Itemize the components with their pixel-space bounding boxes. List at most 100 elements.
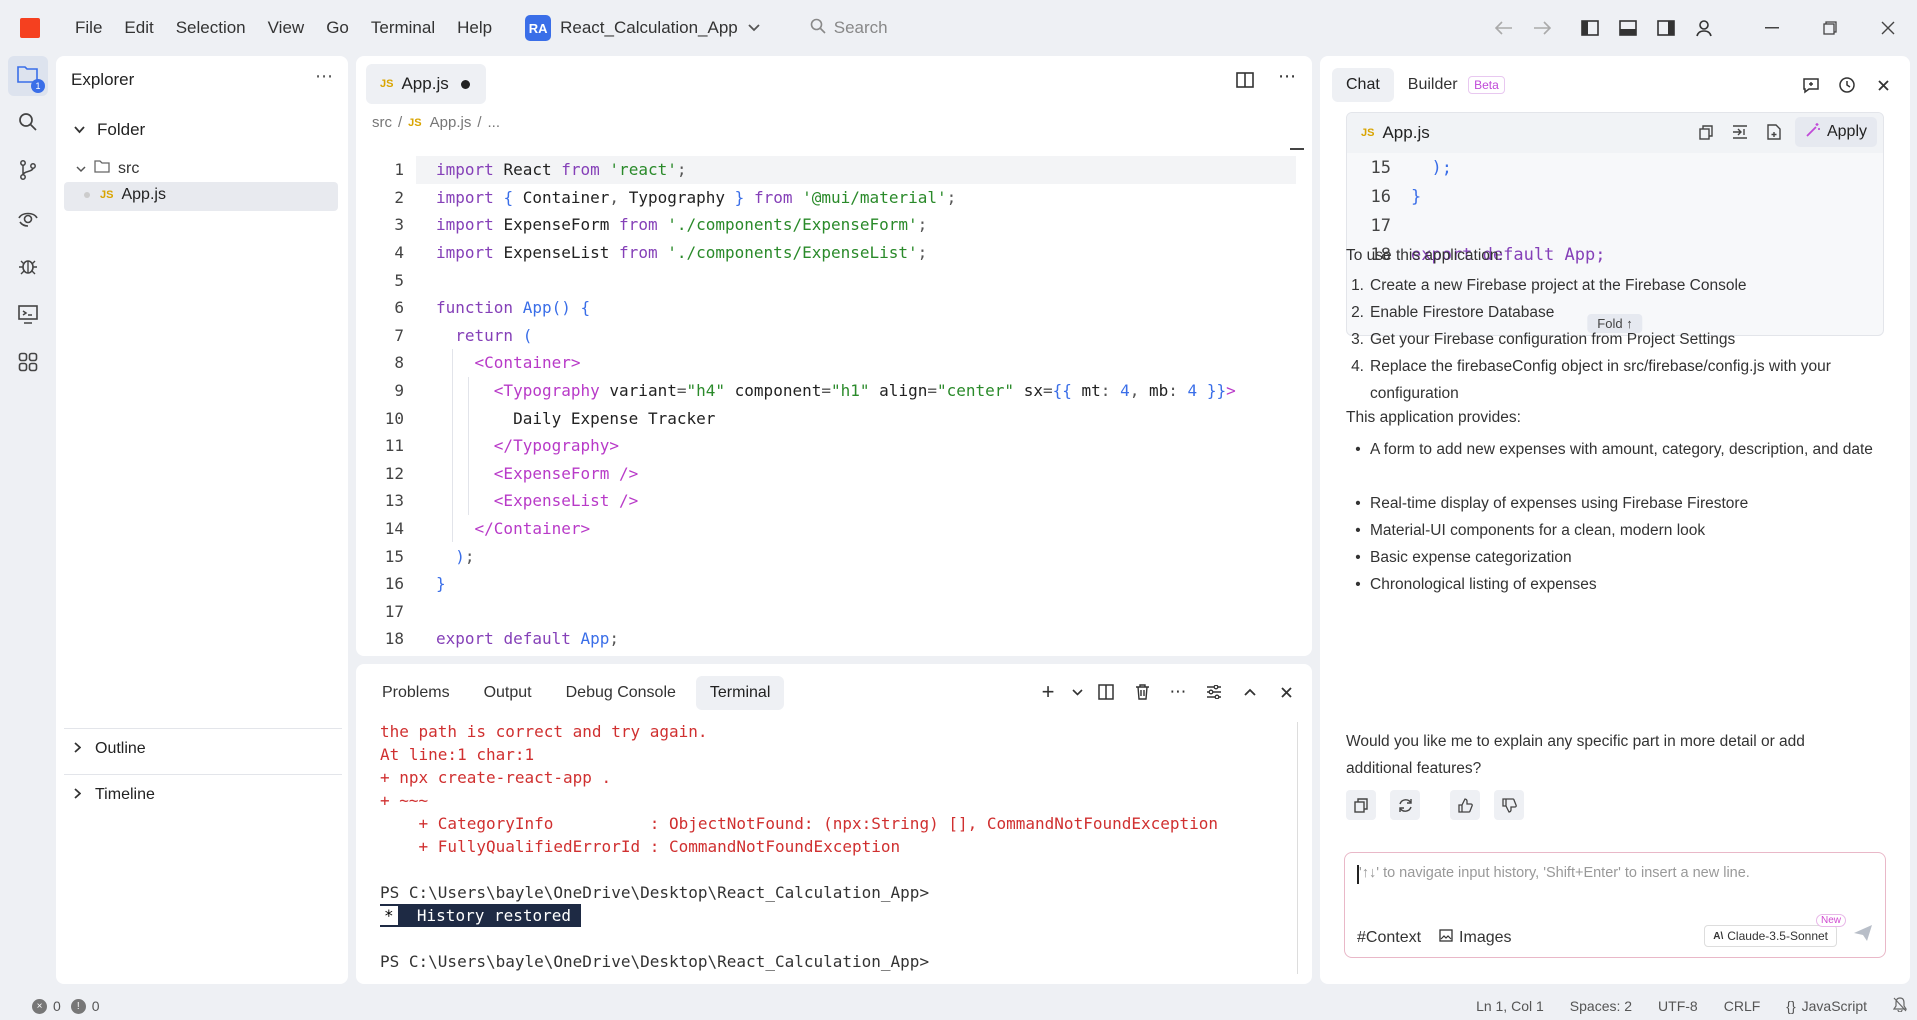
copy-icon[interactable] [1346,790,1376,820]
minimize-icon[interactable] [1743,0,1801,56]
code-line[interactable]: 6 function App() { [356,294,590,322]
sliders-icon[interactable] [1198,676,1230,708]
debug-activity[interactable] [8,248,48,288]
run-activity[interactable] [8,200,48,240]
back-arrow-icon[interactable] [1485,9,1523,47]
images-button[interactable]: Images [1439,929,1512,947]
code-line[interactable]: 11 </Typography> [356,432,619,460]
breadcrumb-src[interactable]: src [372,114,392,131]
chevron-down-icon[interactable] [1068,676,1086,708]
code-line[interactable]: 15 ); [356,542,475,570]
close-panel-icon[interactable] [1270,676,1302,708]
split-terminal-icon[interactable] [1090,676,1122,708]
line-ending[interactable]: CRLF [1724,998,1761,1014]
tab-debug-console[interactable]: Debug Console [552,676,690,710]
code-line[interactable]: 12 <ExpenseForm /> [356,460,639,488]
problems-indicator[interactable]: × 0 ! 0 [32,998,100,1014]
cursor-position[interactable]: Ln 1, Col 1 [1476,998,1544,1014]
code-line[interactable]: 1 import React from 'react'; [356,156,686,184]
restore-icon[interactable] [1801,0,1859,56]
tab-chat[interactable]: Chat [1332,68,1394,102]
toggle-secondary-sidebar-icon[interactable] [1647,9,1685,47]
insert-icon[interactable] [1727,117,1753,147]
breadcrumb-file[interactable]: App.js [430,114,472,131]
apply-button[interactable]: Apply [1794,117,1877,147]
code-line[interactable]: 18 export default App; [356,625,619,653]
more-actions-icon[interactable]: ⋯ [315,66,333,87]
trash-icon[interactable] [1126,676,1158,708]
tab-problems[interactable]: Problems [368,676,464,710]
send-icon[interactable] [1853,924,1873,947]
menu-selection[interactable]: Selection [165,18,257,38]
toggle-panel-icon[interactable] [1609,9,1647,47]
remote-activity[interactable] [8,296,48,336]
search-activity[interactable] [8,104,48,144]
code-line[interactable]: 2 import { Container, Typography } from '… [356,184,956,212]
notifications-icon[interactable] [1892,997,1908,1015]
explorer-activity[interactable]: 1 [8,56,48,96]
code-line[interactable]: 13 <ExpenseList /> [356,487,639,515]
model-selector[interactable]: A\ Claude-3.5-Sonnet New [1704,914,1846,947]
new-file-icon[interactable] [1761,117,1787,147]
unsaved-dot-icon[interactable] [460,79,470,89]
code-line[interactable]: 14 </Container> [356,515,590,543]
account-icon[interactable] [1685,9,1723,47]
code-line[interactable]: 5 [356,266,404,294]
thumbs-up-icon[interactable] [1450,790,1480,820]
language-mode[interactable]: {} JavaScript [1786,998,1867,1014]
tab-output[interactable]: Output [470,676,546,710]
code-line[interactable]: 3 import ExpenseForm from './components/E… [356,211,927,239]
maximize-panel-icon[interactable] [1234,676,1266,708]
timeline-section[interactable]: Timeline [64,774,342,814]
code-line[interactable]: 8 <Container> [356,349,580,377]
menu-go[interactable]: Go [315,18,360,38]
terminal-scrollbar[interactable] [1297,722,1298,974]
project-selector[interactable]: RA React_Calculation_App [525,15,760,41]
code-text: import ExpenseList from './components/Ex… [436,243,928,263]
extensions-activity[interactable] [8,344,48,384]
braces-icon: {} [1786,998,1796,1014]
copy-icon[interactable] [1693,117,1719,147]
menu-terminal[interactable]: Terminal [360,18,446,38]
tree-item-src[interactable]: src [76,160,139,178]
close-window-icon[interactable] [1859,0,1917,56]
encoding[interactable]: UTF-8 [1658,998,1698,1014]
line-number: 5 [394,270,404,290]
code-line[interactable]: 16} [356,570,446,598]
indent-guide [452,349,453,543]
history-icon[interactable] [1834,72,1860,98]
terminal-output[interactable]: the path is correct and try again. At lin… [380,720,1218,973]
menu-file[interactable]: File [64,18,113,38]
split-editor-icon[interactable] [1236,72,1254,93]
code-line[interactable]: 10 Daily Expense Tracker [356,404,716,432]
new-terminal-icon[interactable]: + [1032,676,1064,708]
code-line[interactable]: 17 [356,598,404,626]
more-actions-icon[interactable]: ⋯ [1278,66,1296,87]
chat-input[interactable]: '↑↓' to navigate input history, 'Shift+E… [1344,852,1886,958]
menu-help[interactable]: Help [446,18,503,38]
code-line[interactable]: 4 import ExpenseList from './components/E… [356,239,927,267]
menu-view[interactable]: View [257,18,316,38]
toggle-sidebar-icon[interactable] [1571,9,1609,47]
regenerate-icon[interactable] [1390,790,1420,820]
tree-item-app-js[interactable]: JS App.js [84,186,166,204]
context-button[interactable]: #Context [1357,929,1421,947]
new-chat-icon[interactable] [1798,72,1824,98]
tab-app-js[interactable]: JS App.js [366,64,486,104]
code-line[interactable]: 7 return ( [356,322,532,350]
thumbs-down-icon[interactable] [1494,790,1524,820]
close-icon[interactable] [1870,72,1896,98]
code-line[interactable]: 9 <Typography variant="h4" component="h1… [356,377,1235,405]
source-control-activity[interactable] [8,152,48,192]
outline-section[interactable]: Outline [64,728,342,768]
breadcrumb-symbol[interactable]: ... [488,114,501,131]
search-box[interactable]: Search [810,18,888,39]
more-actions-icon[interactable]: ⋯ [1162,676,1194,708]
tab-terminal[interactable]: Terminal [695,676,785,710]
terminal-prompt[interactable]: PS C:\Users\bayle\OneDrive\Desktop\React… [380,950,1218,973]
forward-arrow-icon[interactable] [1523,9,1561,47]
tab-builder[interactable]: Builder Beta [1404,68,1519,102]
menu-edit[interactable]: Edit [113,18,164,38]
folder-section[interactable]: Folder [74,120,145,140]
indentation[interactable]: Spaces: 2 [1570,998,1632,1014]
